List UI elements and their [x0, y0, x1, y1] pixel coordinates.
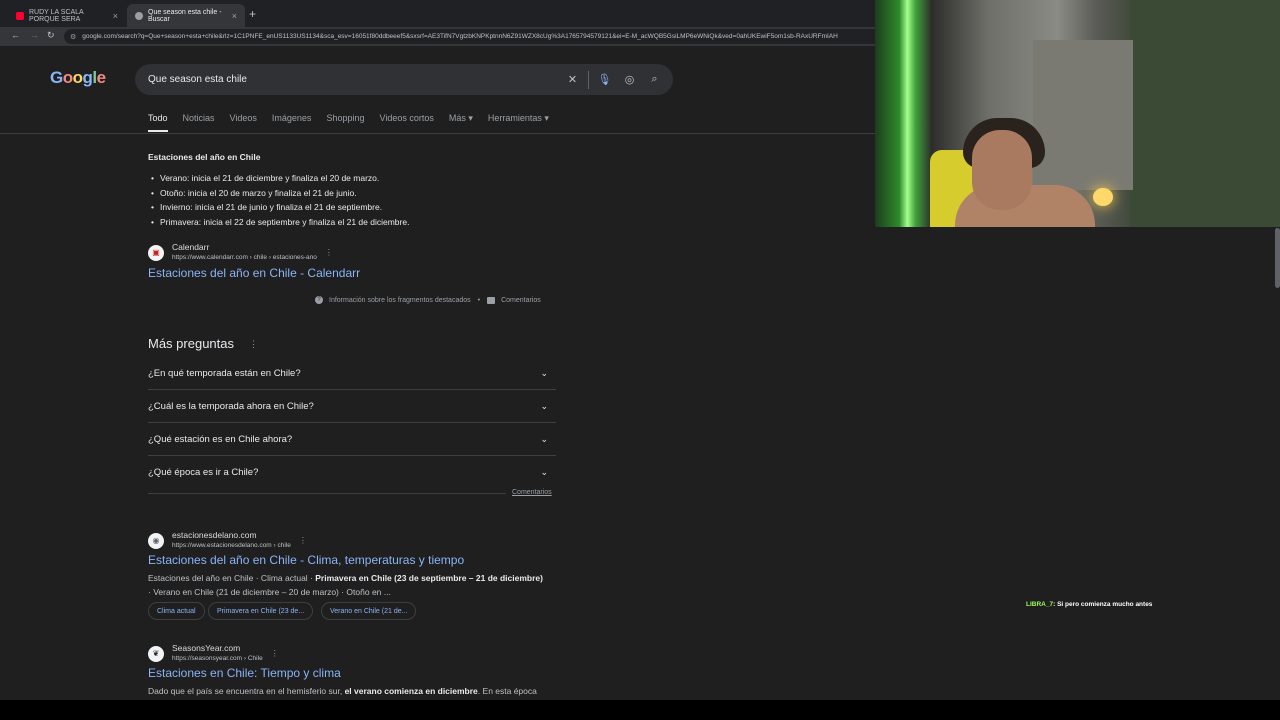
youtube-icon — [16, 11, 24, 20]
source-name: estacionesdelano.com — [172, 530, 257, 540]
question-text: ¿En qué temporada están en Chile? — [148, 367, 301, 379]
question-text: ¿Qué época es ir a Chile? — [148, 467, 259, 478]
page-scrollbar[interactable] — [1275, 228, 1280, 288]
back-icon[interactable]: ← — [11, 30, 20, 40]
tab-mas[interactable]: Más ▾ — [449, 113, 473, 132]
about-snippets-link[interactable]: Información sobre los fragmentos destaca… — [329, 297, 471, 304]
sitelink-chip[interactable]: Verano en Chile (21 de... — [321, 602, 417, 620]
result-title-link[interactable]: Estaciones del año en Chile - Clima, tem… — [148, 553, 464, 567]
paa-question[interactable]: ¿Qué época es ir a Chile? ⌄ — [148, 456, 556, 489]
result-source[interactable]: ❦ SeasonsYear.com https://seasonsyear.co… — [148, 643, 279, 664]
clear-icon[interactable]: ✕ — [560, 73, 585, 86]
webcam-overlay — [875, 0, 1280, 227]
source-name: SeasonsYear.com — [172, 643, 241, 653]
google-logo[interactable]: Google — [50, 68, 106, 88]
more-options-icon[interactable]: ⋮ — [249, 339, 258, 350]
tab-title: Que season esta chile - Buscar — [148, 8, 222, 23]
close-icon[interactable]: × — [232, 11, 237, 21]
google-favicon-icon — [135, 11, 143, 20]
more-options-icon[interactable]: ⋮ — [325, 248, 333, 257]
divider — [148, 493, 506, 494]
tab-imagenes[interactable]: Imágenes — [272, 113, 312, 132]
lamp — [1093, 188, 1113, 206]
list-item: Invierno: inicia el 21 de junio y finali… — [151, 200, 409, 215]
feedback-icon — [487, 296, 496, 304]
background-door — [1033, 40, 1133, 190]
paa-question[interactable]: ¿Cuál es la temporada ahora en Chile? ⌄ — [148, 390, 556, 423]
chevron-down-icon: ⌄ — [540, 367, 548, 378]
question-text: ¿Qué estación es en Chile ahora? — [148, 433, 293, 445]
divider — [588, 70, 589, 89]
paa-question[interactable]: ¿En qué temporada están en Chile? ⌄ — [148, 357, 556, 390]
streamer-face — [972, 130, 1032, 210]
tab-videos-cortos[interactable]: Videos cortos — [379, 113, 433, 132]
result-title-link[interactable]: Estaciones del año en Chile - Calendarr — [148, 266, 360, 280]
source-url: https://seasonsyear.com › Chile — [172, 655, 263, 662]
background-wall — [1130, 0, 1280, 227]
microphone-icon[interactable]: 🎙 — [592, 73, 617, 86]
list-item: Otoño: inicia el 20 de marzo y finaliza … — [151, 186, 409, 201]
separator: • — [477, 296, 481, 304]
leaf-favicon-icon: ❦ — [148, 645, 164, 662]
forward-icon[interactable]: → — [30, 30, 39, 40]
close-icon[interactable]: × — [113, 11, 118, 21]
chevron-down-icon: ⌄ — [540, 467, 548, 477]
sitelink-chip[interactable]: Primavera en Chile (23 de... — [208, 602, 314, 620]
reload-icon[interactable]: ↻ — [47, 30, 55, 41]
sitelink-chip[interactable]: Clima actual — [148, 602, 205, 620]
chat-username: LIBRA_7 — [1026, 601, 1054, 608]
list-item: Verano: inicia el 21 de diciembre y fina… — [151, 171, 409, 186]
tab-shopping[interactable]: Shopping — [326, 113, 364, 132]
help-icon: ? — [315, 296, 323, 304]
result-title-link[interactable]: Estaciones en Chile: Tiempo y clima — [148, 666, 341, 680]
list-item: Primavera: inicia el 22 de septiembre y … — [151, 215, 409, 230]
source-url: https://www.calendarr.com › chile › esta… — [172, 254, 317, 261]
calendarr-favicon-icon: ▣ — [148, 244, 164, 261]
tab-noticias[interactable]: Noticias — [183, 113, 215, 132]
search-input[interactable]: Que season esta chile — [148, 74, 560, 85]
more-options-icon[interactable]: ⋮ — [271, 649, 279, 658]
snippet-source[interactable]: ▣ Calendarr https://www.calendarr.com › … — [148, 242, 333, 263]
snippet-list: Verano: inicia el 21 de diciembre y fina… — [151, 171, 409, 230]
chat-message: LIBRA_7: Si pero comienza mucho antes — [1026, 601, 1152, 608]
question-text: ¿Cuál es la temporada ahora en Chile? — [148, 400, 314, 412]
chat-text: : Si pero comienza mucho antes — [1053, 601, 1153, 608]
comments-link[interactable]: Comentarios — [501, 297, 541, 304]
snippet-title: Estaciones del año en Chile — [148, 152, 261, 162]
new-tab-button[interactable]: + — [249, 7, 256, 21]
site-info-icon[interactable]: ⚙ — [70, 33, 76, 41]
chevron-down-icon: ⌄ — [540, 400, 548, 411]
paa-comments-link[interactable]: Comentarios — [512, 489, 552, 496]
url-text: google.com/search?q=Que+season+esta+chil… — [82, 33, 838, 40]
result-description: Estaciones del año en Chile · Clima actu… — [148, 573, 543, 597]
search-icon[interactable]: ⌕ — [642, 73, 667, 86]
result-description: Dado que el país se encuentra en el hemi… — [148, 686, 537, 696]
search-box[interactable]: Que season esta chile ✕ 🎙 ◎ ⌕ — [135, 64, 673, 95]
snippet-footer: ? Información sobre los fragmentos desta… — [315, 296, 541, 304]
bottom-bar — [0, 700, 1280, 720]
tab-google-search[interactable]: Que season esta chile - Buscar × — [127, 4, 245, 27]
tab-youtube[interactable]: RUDY LA SCALA PORQUE SERA × — [8, 4, 126, 27]
source-name: Calendarr — [172, 242, 210, 252]
source-url: https://www.estacionesdelano.com › chile — [172, 542, 291, 549]
search-tabs: Todo Noticias Videos Imágenes Shopping V… — [148, 113, 564, 132]
tab-herramientas[interactable]: Herramientas ▾ — [488, 113, 549, 132]
paa-title: Más preguntas — [148, 336, 234, 351]
more-options-icon[interactable]: ⋮ — [299, 536, 307, 545]
paa-question[interactable]: ¿Qué estación es en Chile ahora? ⌄ — [148, 423, 556, 456]
site-favicon-icon: ◉ — [148, 532, 164, 549]
result-source[interactable]: ◉ estacionesdelano.com https://www.estac… — [148, 530, 307, 551]
tab-todo[interactable]: Todo — [148, 113, 168, 132]
tab-videos[interactable]: Videos — [230, 113, 257, 132]
lens-camera-icon[interactable]: ◎ — [617, 73, 642, 86]
tab-title: RUDY LA SCALA PORQUE SERA — [29, 8, 84, 23]
chevron-down-icon: ⌄ — [540, 433, 548, 444]
